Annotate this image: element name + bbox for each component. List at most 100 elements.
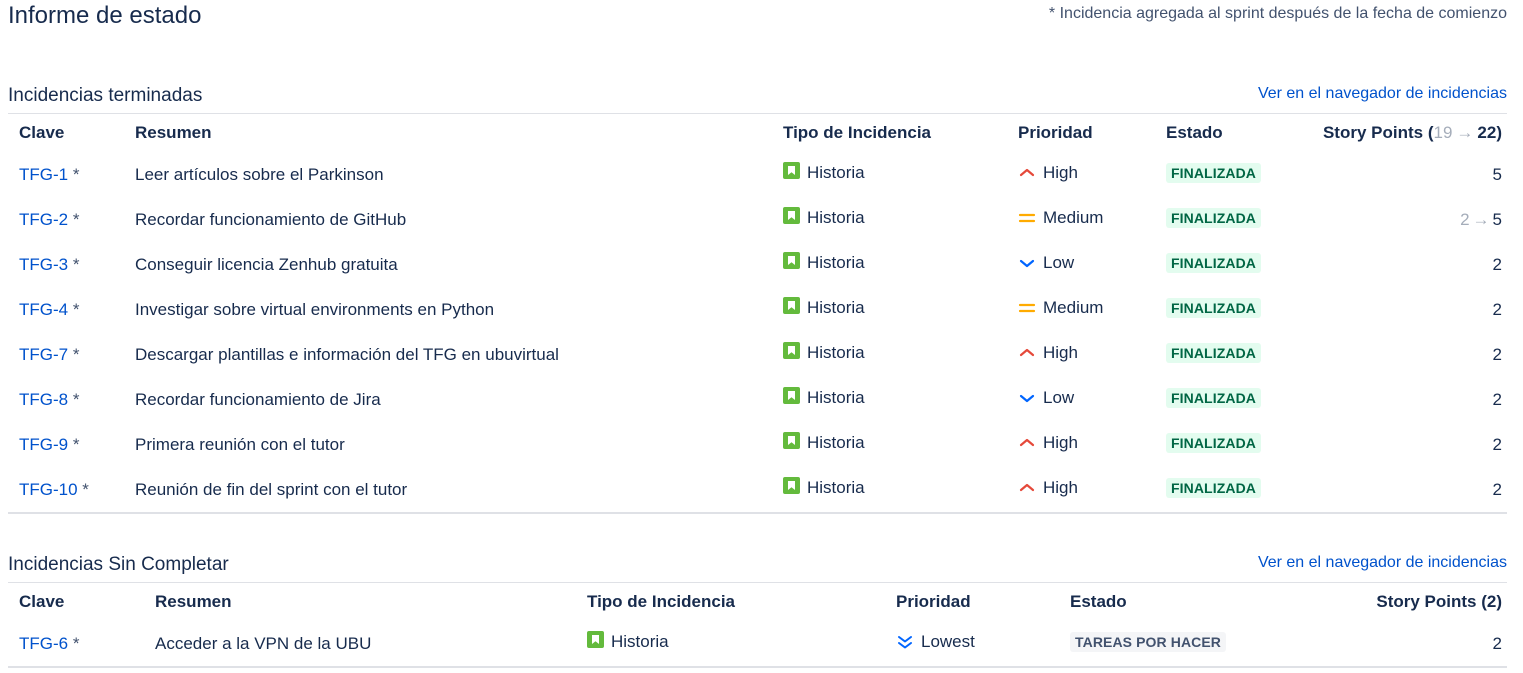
added-after-start-marker: * (72, 299, 80, 319)
issue-key-link[interactable]: TFG-2 (19, 210, 68, 229)
column-header-story-points[interactable]: Story Points (2) (1279, 583, 1507, 621)
priority-low-icon (1018, 389, 1036, 407)
issue-type-label: Historia (807, 207, 865, 227)
issue-key-cell: TFG-10 * (8, 467, 124, 512)
status-badge: FINALIZADA (1166, 387, 1261, 408)
issue-key-cell: TFG-3 * (8, 242, 124, 287)
completed-issues-table: Clave Resumen Tipo de Incidencia Priorid… (8, 114, 1507, 512)
priority-low-icon (1018, 254, 1036, 272)
story-points-label: Story Points ( (1322, 123, 1434, 142)
story-icon (783, 477, 800, 495)
priority-label: High (1043, 162, 1078, 182)
issue-key-link[interactable]: TFG-7 (19, 345, 68, 364)
column-header-story-points[interactable]: Story Points (19 → 22) (1305, 114, 1507, 152)
section-title: Incidencias Sin Completar (8, 554, 229, 575)
story-points-new: 22 (1477, 123, 1497, 142)
priority-label: Medium (1043, 207, 1104, 227)
added-after-start-marker: * (72, 209, 80, 229)
table-row: TFG-9 * Primera reunión con el tutor Histo… (8, 422, 1507, 467)
column-header-priority[interactable]: Prioridad (885, 583, 1059, 621)
issue-type-cell: Historia (772, 287, 1007, 332)
status-badge: FINALIZADA (1166, 162, 1261, 183)
page-note: * Incidencia agregada al sprint después … (1048, 5, 1507, 22)
story-points-value: 5 (1492, 209, 1502, 229)
issue-status-cell: FINALIZADA (1155, 152, 1305, 197)
column-header-summary[interactable]: Resumen (124, 114, 772, 152)
issue-type-label: Historia (807, 432, 865, 452)
added-after-start-marker: * (72, 389, 80, 409)
issue-priority-cell: Lowest (885, 621, 1059, 666)
story-icon (783, 387, 800, 405)
added-after-start-marker: * (72, 344, 80, 364)
issue-key-link[interactable]: TFG-4 (19, 300, 68, 319)
column-header-status[interactable]: Estado (1155, 114, 1305, 152)
column-header-status[interactable]: Estado (1059, 583, 1279, 621)
story-points-value: 2 (1492, 344, 1502, 364)
story-points-cell: 5 (1305, 152, 1507, 197)
table-header-row: Clave Resumen Tipo de Incidencia Priorid… (8, 114, 1507, 152)
priority-medium-icon (1018, 209, 1036, 227)
issue-priority-cell: High (1007, 332, 1155, 377)
column-header-key[interactable]: Clave (8, 114, 124, 152)
issue-type-label: Historia (611, 631, 669, 651)
added-after-start-marker: * (72, 434, 80, 454)
story-points-cell: 2 → 5 (1305, 197, 1507, 242)
issue-priority-cell: High (1007, 467, 1155, 512)
story-points-cell: 2 (1279, 621, 1507, 666)
issue-type-cell: Historia (772, 377, 1007, 422)
issue-type-label: Historia (807, 162, 865, 182)
issue-summary: Investigar sobre virtual environments en… (135, 299, 495, 319)
issue-summary: Recordar funcionamiento de Jira (135, 389, 381, 409)
issue-key-link[interactable]: TFG-6 (19, 634, 68, 653)
issue-key-link[interactable]: TFG-1 (19, 165, 68, 184)
issue-priority-cell: Medium (1007, 197, 1155, 242)
priority-label: High (1043, 432, 1078, 452)
page-title: Informe de estado (8, 2, 202, 29)
column-header-priority[interactable]: Prioridad (1007, 114, 1155, 152)
issue-key-link[interactable]: TFG-8 (19, 390, 68, 409)
issue-priority-cell: High (1007, 152, 1155, 197)
story-points-value: 5 (1492, 164, 1502, 184)
issue-type-cell: Historia (772, 422, 1007, 467)
issue-key-link[interactable]: TFG-9 (19, 435, 68, 454)
status-badge: FINALIZADA (1166, 432, 1261, 453)
story-points-cell: 2 (1305, 287, 1507, 332)
issue-status-cell: FINALIZADA (1155, 422, 1305, 467)
issue-navigator-link[interactable]: Ver en el navegador de incidencias (1258, 85, 1507, 103)
priority-medium-icon (1018, 299, 1036, 317)
arrow-icon: → (1456, 123, 1474, 142)
issue-key-cell: TFG-4 * (8, 287, 124, 332)
status-badge: FINALIZADA (1166, 342, 1261, 363)
issue-summary: Descargar plantillas e información del T… (135, 344, 559, 364)
priority-high-icon (1018, 479, 1036, 497)
status-badge: FINALIZADA (1166, 252, 1261, 273)
story-points-cell: 2 (1305, 332, 1507, 377)
issue-type-label: Historia (807, 252, 865, 272)
story-points-old: 2 (1460, 209, 1470, 229)
issue-status-cell: FINALIZADA (1155, 242, 1305, 287)
column-header-key[interactable]: Clave (8, 583, 144, 621)
table-row: TFG-7 * Descargar plantillas e informació… (8, 332, 1507, 377)
status-badge: FINALIZADA (1166, 207, 1261, 228)
story-points-value: 2 (1492, 299, 1502, 319)
issue-key-link[interactable]: TFG-3 (19, 255, 68, 274)
story-points-cell: 2 (1305, 422, 1507, 467)
issue-summary: Leer artículos sobre el Parkinson (135, 164, 384, 184)
issue-key-link[interactable]: TFG-10 (19, 480, 78, 499)
column-header-type[interactable]: Tipo de Incidencia (772, 114, 1007, 152)
priority-label: High (1043, 477, 1078, 497)
column-header-summary[interactable]: Resumen (144, 583, 576, 621)
incomplete-section: Incidencias Sin Completar Ver en el nave… (8, 544, 1507, 668)
issue-status-cell: FINALIZADA (1155, 467, 1305, 512)
story-icon (783, 162, 800, 180)
issue-priority-cell: Low (1007, 242, 1155, 287)
priority-label: Low (1043, 252, 1075, 272)
table-row: TFG-4 * Investigar sobre virtual environm… (8, 287, 1507, 332)
column-header-type[interactable]: Tipo de Incidencia (576, 583, 885, 621)
issue-key-cell: TFG-6 * (8, 621, 144, 666)
section-title: Incidencias terminadas (8, 85, 203, 106)
issue-navigator-link[interactable]: Ver en el navegador de incidencias (1258, 554, 1507, 572)
status-badge: FINALIZADA (1166, 297, 1261, 318)
story-icon (783, 297, 800, 315)
story-icon (783, 207, 800, 225)
